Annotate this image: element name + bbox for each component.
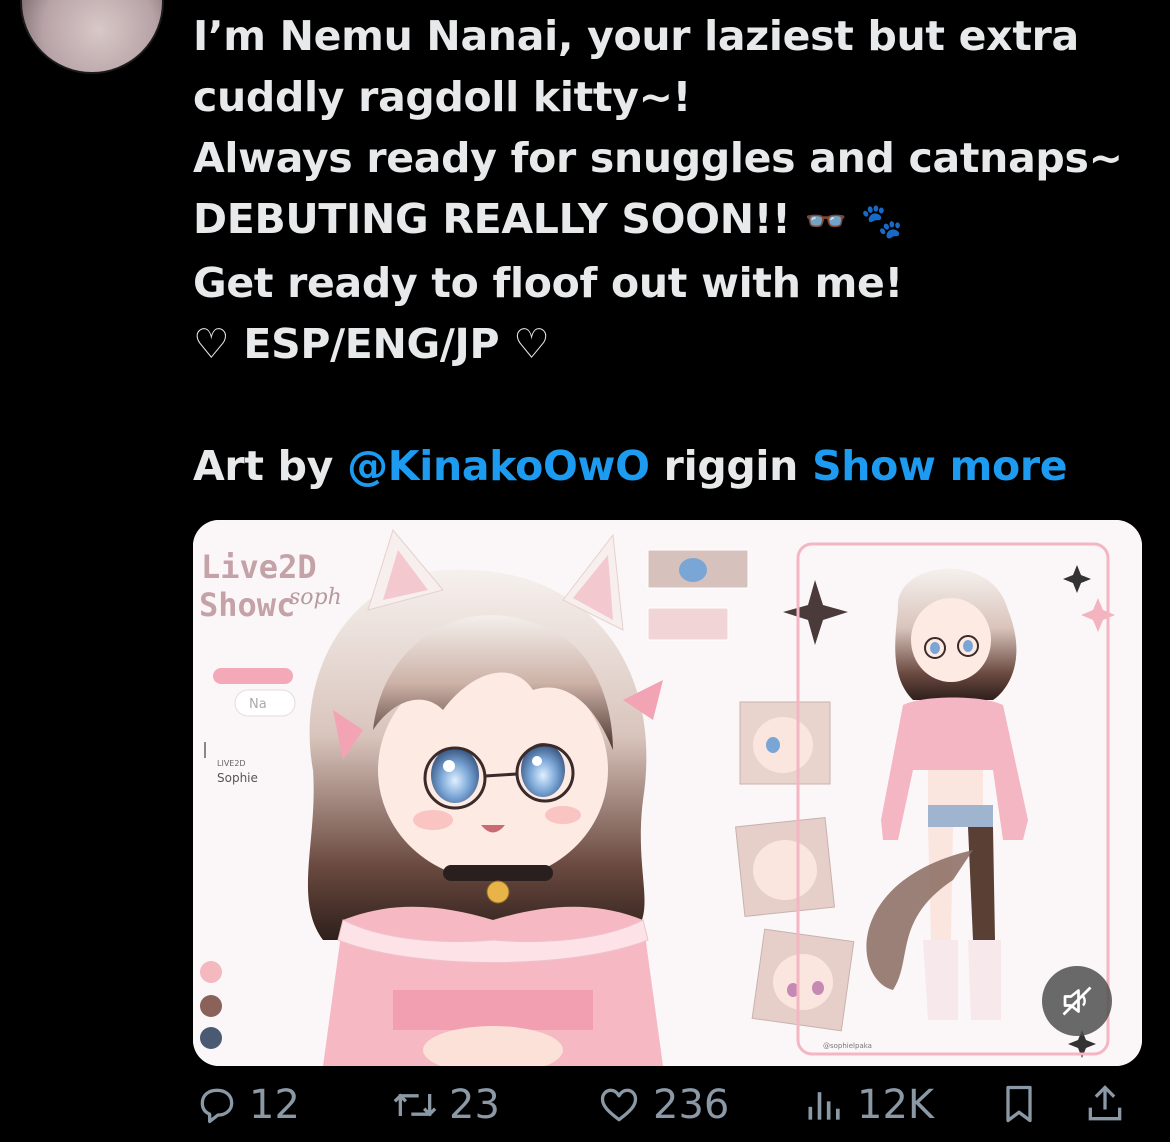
share-icon bbox=[1088, 1085, 1122, 1121]
view-count: 12K bbox=[857, 1082, 935, 1128]
tweet-line-3: Always ready for snuggles and catnaps~ bbox=[193, 134, 1123, 182]
media-credit-small: LIVE2D bbox=[217, 759, 246, 768]
repost-count: 23 bbox=[449, 1082, 500, 1128]
analytics-icon bbox=[808, 1092, 840, 1120]
art-by-label: Art by bbox=[193, 441, 348, 490]
tweet-actions: 12 23 236 12K bbox=[193, 1082, 1143, 1142]
paw-icon: 🐾 bbox=[860, 201, 903, 242]
tweet-line-1: I’m Nemu Nanai, your laziest but extra bbox=[193, 12, 1079, 60]
bookmark-button[interactable] bbox=[997, 1082, 1041, 1126]
reply-count: 12 bbox=[249, 1082, 300, 1128]
media-name-field: Na bbox=[249, 697, 267, 712]
like-count: 236 bbox=[653, 1082, 730, 1128]
tweet-line-4: DEBUTING REALLY SOON!! 👓 🐾 bbox=[193, 189, 1153, 253]
tweet-line-art: Art by @KinakoOwO riggin Show more bbox=[193, 436, 1153, 497]
unmute-button[interactable] bbox=[1042, 966, 1112, 1036]
rigging-text: riggin bbox=[649, 441, 813, 490]
tweet-line-6: ♡ ESP/ENG/JP ♡ bbox=[193, 319, 550, 368]
video-frame-artwork: Live2D Showc soph Na LIVE2D Sophie @soph… bbox=[193, 520, 1142, 1066]
reply-icon bbox=[200, 1088, 234, 1124]
speaker-muted-icon bbox=[1062, 986, 1092, 1016]
repost-icon bbox=[393, 1093, 437, 1117]
glasses-icon: 👓 bbox=[804, 201, 847, 242]
tweet-line-2: cuddly ragdoll kitty~! bbox=[193, 73, 692, 121]
media-script-overlay: soph bbox=[289, 585, 342, 610]
share-button[interactable] bbox=[1083, 1082, 1127, 1126]
reply-button[interactable]: 12 bbox=[195, 1082, 300, 1128]
media-title-1: Live2D bbox=[201, 548, 317, 586]
heart-icon bbox=[600, 1088, 638, 1122]
media-credit-name: Sophie bbox=[217, 771, 258, 785]
author-avatar[interactable] bbox=[20, 0, 164, 74]
mention-link[interactable]: @KinakoOwO bbox=[347, 442, 650, 490]
debut-text: DEBUTING REALLY SOON!! bbox=[193, 195, 805, 243]
views-button[interactable]: 12K bbox=[803, 1082, 934, 1128]
tweet-line-5: Get ready to floof out with me! bbox=[193, 258, 903, 307]
media-video[interactable]: Live2D Showc soph Na LIVE2D Sophie @soph… bbox=[193, 520, 1142, 1066]
show-more-link[interactable]: Show more bbox=[812, 442, 1068, 490]
repost-button[interactable]: 23 bbox=[391, 1082, 500, 1128]
media-title-2: Showc bbox=[199, 586, 295, 624]
bookmark-icon bbox=[1006, 1085, 1032, 1123]
like-button[interactable]: 236 bbox=[595, 1082, 729, 1128]
tweet-text: I’m Nemu Nanai, your laziest but extra c… bbox=[193, 6, 1153, 497]
media-watermark: @sophielpaka bbox=[823, 1042, 872, 1050]
